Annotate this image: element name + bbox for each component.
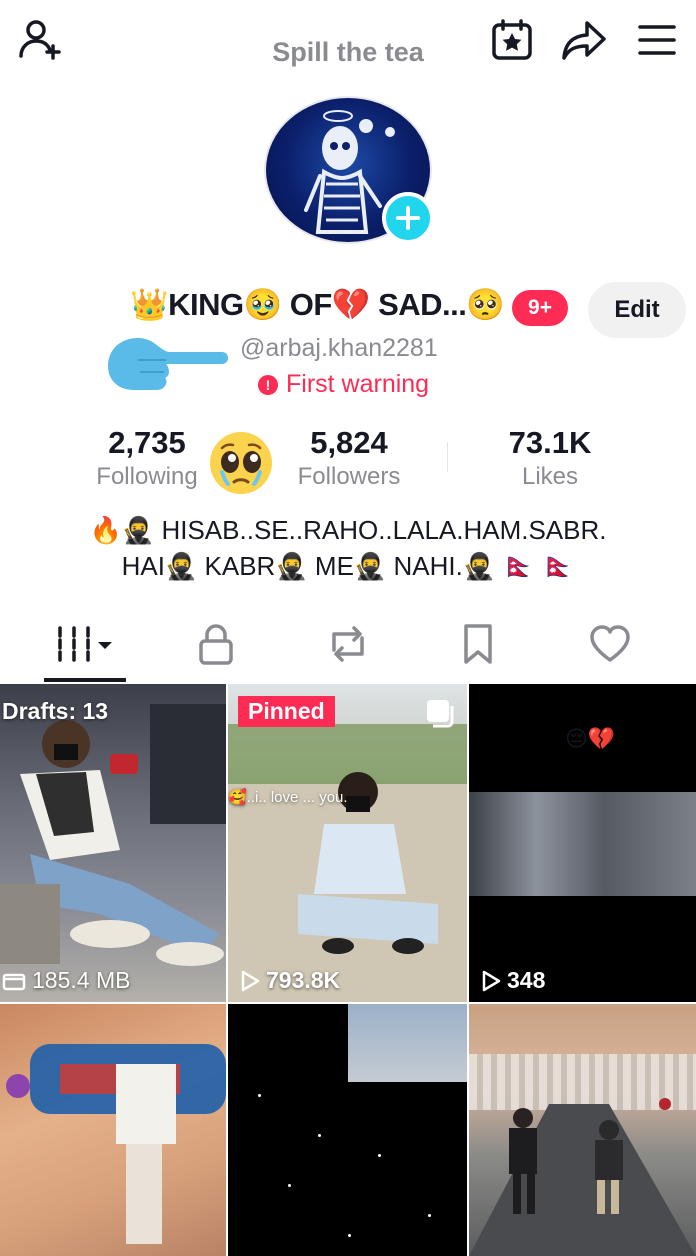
views-text: 348 <box>507 967 546 993</box>
display-name: 👑KING🥹 OF💔 SAD...🥺 <box>130 287 505 322</box>
bio-line-2: HAI🥷 KABR🥷 ME🥷 NAHI.🥷 🇳🇵 🇳🇵 <box>121 551 575 581</box>
tile-photo <box>348 1004 467 1082</box>
video-tile-drafts[interactable]: Drafts: 13 185.4 MB <box>0 684 226 1002</box>
tab-favorites[interactable] <box>442 610 514 678</box>
warning-icon: ! <box>258 374 278 395</box>
video-tile-6[interactable] <box>469 1004 696 1256</box>
likes-stat[interactable]: 73.1K Likes <box>494 424 606 492</box>
warning-text: First warning <box>286 370 430 398</box>
views-count: 793.8K <box>240 967 340 994</box>
video-tile-5[interactable] <box>228 1004 467 1256</box>
tab-private[interactable] <box>180 610 252 678</box>
spill-the-tea-label[interactable]: Spill the tea <box>270 34 426 70</box>
name-row: 👑KING🥹 OF💔 SAD...🥺 9+ Edit <box>0 282 696 338</box>
followers-count: 5,824 <box>310 425 388 460</box>
folder-icon <box>2 973 26 990</box>
bio[interactable]: 🔥🥷 HISAB..SE..RAHO..LALA.HAM.SABR. HAI🥷 … <box>40 512 656 584</box>
play-icon <box>241 970 260 991</box>
following-stat[interactable]: 2,735 Following <box>86 424 208 492</box>
followers-stat[interactable]: 5,824 Followers <box>288 424 410 492</box>
top-bar: Spill the tea <box>0 0 696 110</box>
pinned-badge: Pinned <box>238 696 335 727</box>
profile-tabs <box>0 610 696 682</box>
video-caption: 🥰..i.. love ... you. <box>228 789 348 806</box>
warning-notice[interactable]: ! First warning <box>258 370 429 399</box>
drafts-size: 185.4 MB <box>2 967 130 994</box>
drafts-count: Drafts: 13 <box>2 698 109 724</box>
share-icon[interactable] <box>556 14 612 66</box>
notification-badge[interactable]: 9+ <box>512 290 568 326</box>
bio-line-1: 🔥🥷 HISAB..SE..RAHO..LALA.HAM.SABR. <box>89 515 607 545</box>
drafts-size-text: 185.4 MB <box>32 967 131 993</box>
play-icon <box>482 970 501 991</box>
active-tab-indicator <box>44 678 126 682</box>
avatar-container[interactable] <box>264 96 434 246</box>
video-tile-pinned[interactable]: Pinned 🥰..i.. love ... you. 793.8K <box>228 684 467 1002</box>
following-count: 2,735 <box>108 425 186 460</box>
username[interactable]: @arbaj.khan2281 <box>240 334 438 363</box>
tab-reposts[interactable] <box>312 610 384 678</box>
tile-screenshot <box>469 792 696 896</box>
add-friend-icon[interactable] <box>14 14 66 66</box>
likes-count: 73.1K <box>508 425 592 460</box>
video-tile-3[interactable]: 😔💔 348 <box>469 684 696 1002</box>
views-count: 348 <box>481 967 545 994</box>
tile-emoji: 😔💔 <box>565 726 616 751</box>
calendar-star-icon[interactable] <box>486 14 538 66</box>
add-story-button[interactable] <box>382 192 434 244</box>
video-grid: Drafts: 13 185.4 MB Pinned 🥰..i.. love .… <box>0 684 696 1256</box>
tab-liked[interactable] <box>574 610 646 678</box>
views-text: 793.8K <box>266 967 341 993</box>
likes-label: Likes <box>521 463 579 490</box>
video-tile-4[interactable] <box>0 1004 226 1256</box>
pleading-face-icon <box>208 430 274 496</box>
followers-label: Followers <box>297 463 401 490</box>
multi-photo-icon <box>425 698 455 733</box>
menu-icon[interactable] <box>630 14 684 66</box>
pointing-hand-icon <box>104 330 228 394</box>
edit-profile-button[interactable]: Edit <box>588 282 686 338</box>
tab-videos[interactable] <box>44 610 126 678</box>
stat-divider <box>447 442 448 472</box>
following-label: Following <box>96 463 198 490</box>
